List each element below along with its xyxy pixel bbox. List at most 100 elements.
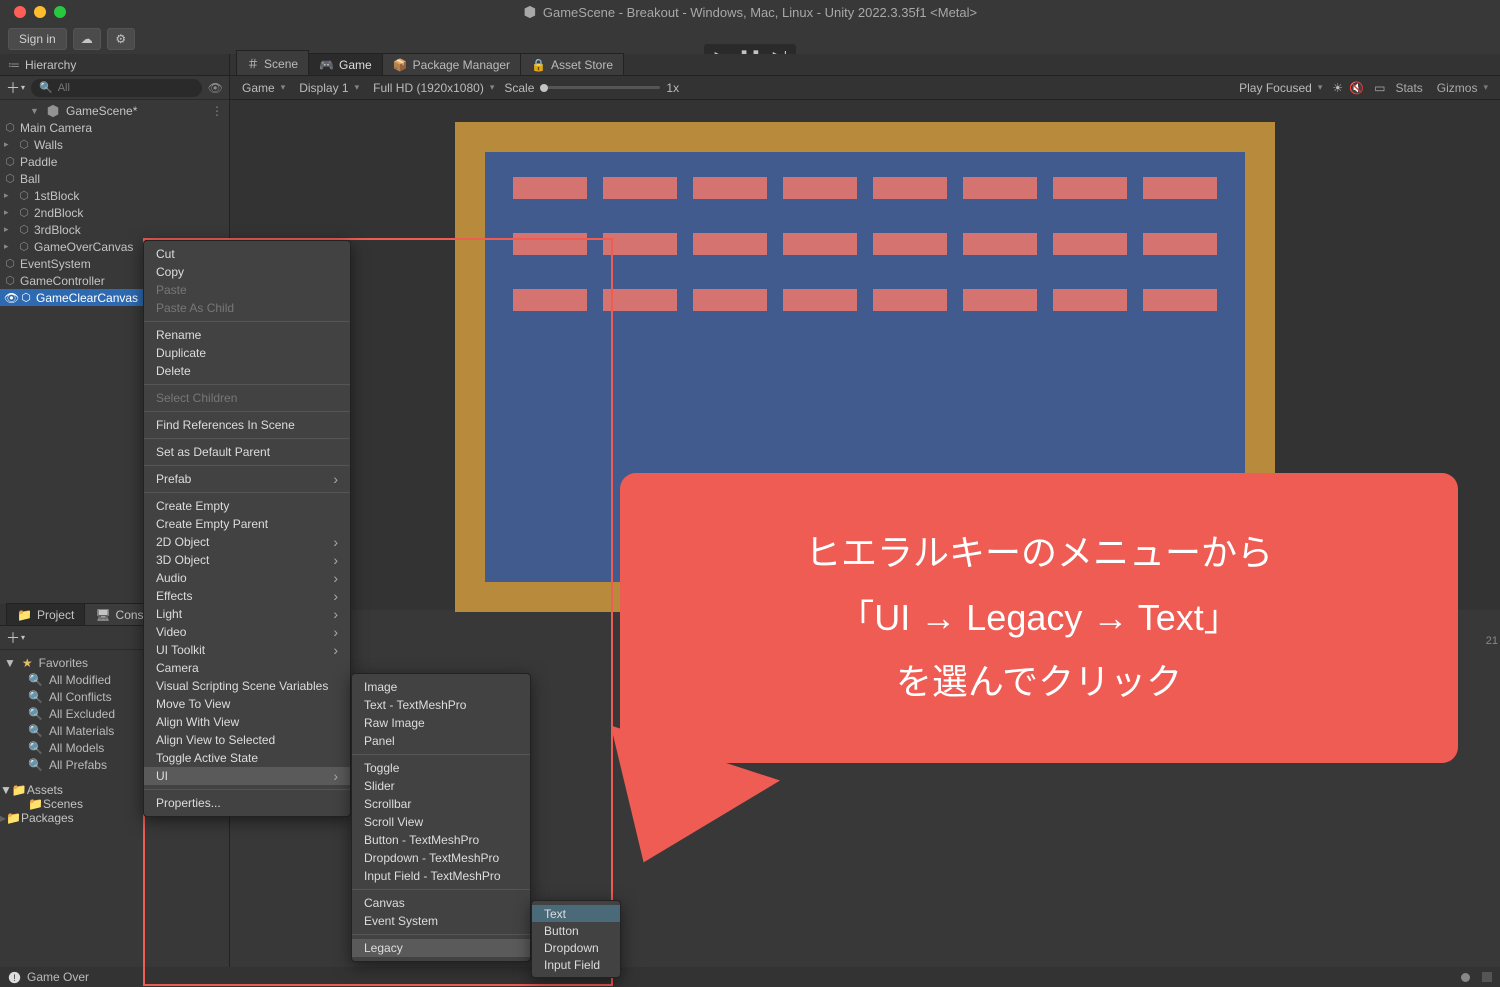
menu-item[interactable]: Button - TextMeshPro [352,831,530,849]
menu-item[interactable]: Camera [144,659,350,677]
tree-item[interactable]: ▸⬡2ndBlock [0,204,229,221]
window-title: GameScene - Breakout - Windows, Mac, Lin… [523,5,977,20]
context-menu: CutCopyPastePaste As ChildRenameDuplicat… [143,240,351,817]
instruction-callout: ヒエラルキーのメニューから 「UI → Legacy → Text」 を選んでク… [620,473,1458,763]
game-tab[interactable]: 🎮Game [308,53,383,75]
inspector-badge: 21 [1486,635,1498,647]
menu-item[interactable]: Text [532,905,620,922]
hierarchy-search[interactable]: 🔍All [31,79,202,97]
asset-store-tab[interactable]: 🔒Asset Store [520,53,624,75]
tree-item[interactable]: ⬡Ball [0,170,229,187]
scene-root[interactable]: ▼ GameScene* ⋮ [0,102,229,119]
sun-icon[interactable]: ☀ [1332,81,1343,95]
menu-item[interactable]: Scrollbar [352,795,530,813]
menu-item[interactable]: Input Field [532,956,620,973]
account-bar: Sign in ☁ ⚙ [8,28,135,50]
statusbar: ! Game Over [0,967,1500,987]
menu-item[interactable]: Effects [144,587,350,605]
stats-button[interactable]: Stats [1395,81,1422,95]
menu-item[interactable]: Rename [144,326,350,344]
playfocused-dd[interactable]: Play Focused [1235,81,1326,95]
project-tab[interactable]: 📁Project [6,603,85,625]
create-dropdown[interactable]: ＋▾ [6,78,25,98]
game-dd[interactable]: Game [238,81,289,95]
tree-item[interactable]: ⬡Paddle [0,153,229,170]
svg-text:!: ! [13,972,15,982]
tree-item[interactable]: ▸⬡1stBlock [0,187,229,204]
menu-item[interactable]: Find References In Scene [144,416,350,434]
menu-item[interactable]: Video [144,623,350,641]
scale-value: 1x [666,81,679,95]
menu-item[interactable]: UI Toolkit [144,641,350,659]
tree-item[interactable]: ⬡Main Camera [0,119,229,136]
menu-item[interactable]: Dropdown [532,939,620,956]
menu-item[interactable]: Dropdown - TextMeshPro [352,849,530,867]
mute-icon[interactable]: 🔇 [1349,81,1364,95]
project-create[interactable]: ＋▾ [6,628,25,648]
menu-item[interactable]: Toggle Active State [144,749,350,767]
menu-item[interactable]: Scroll View [352,813,530,831]
settings-button[interactable]: ⚙ [107,28,135,50]
menu-item[interactable]: Delete [144,362,350,380]
hierarchy-toolbar: ＋▾ 🔍All 👁 [0,76,229,100]
game-toolbar: Game Display 1 Full HD (1920x1080) Scale… [230,76,1500,100]
status-text: Game Over [27,970,89,984]
menu-item[interactable]: Cut [144,245,350,263]
menu-item[interactable]: Create Empty [144,497,350,515]
menu-item[interactable]: Align With View [144,713,350,731]
menu-item[interactable]: Button [532,922,620,939]
display-dd[interactable]: Display 1 [295,81,363,95]
info-icon: ! [8,971,21,984]
hierarchy-tab[interactable]: ≔ Hierarchy [0,54,229,76]
menu-item[interactable]: Copy [144,263,350,281]
hide-icon[interactable]: 👁 [208,81,223,95]
scene-tab[interactable]: ＃Scene [236,50,309,75]
menu-item: Paste [144,281,350,299]
package-tab[interactable]: 📦Package Manager [382,53,521,75]
cloud-button[interactable]: ☁ [73,28,101,50]
menu-item[interactable]: Panel [352,732,530,750]
menu-item[interactable]: UI [144,767,350,785]
menu-item[interactable]: Toggle [352,759,530,777]
menu-item[interactable]: Move To View [144,695,350,713]
menu-item[interactable]: Audio [144,569,350,587]
menu-item[interactable]: Raw Image [352,714,530,732]
menu-item[interactable]: Input Field - TextMeshPro [352,867,530,885]
callout-line: を選んでクリック [896,650,1182,715]
menu-item[interactable]: Create Empty Parent [144,515,350,533]
menu-item[interactable]: Canvas [352,894,530,912]
menu-item[interactable]: 2D Object [144,533,350,551]
minimize-dot[interactable] [34,6,46,18]
menu-item[interactable]: Prefab [144,470,350,488]
traffic-lights [8,6,66,18]
close-dot[interactable] [14,6,26,18]
status-dot [1461,973,1470,982]
menu-item: Select Children [144,389,350,407]
unity-icon [523,5,537,19]
tree-item[interactable]: ▸⬡3rdBlock [0,221,229,238]
menu-item[interactable]: 3D Object [144,551,350,569]
menu-item[interactable]: Slider [352,777,530,795]
scale-label: Scale [504,81,534,95]
res-dd[interactable]: Full HD (1920x1080) [369,81,498,95]
vr-icon[interactable]: ▭ [1374,81,1385,95]
playbar: ▶ ❚❚ ▶| [0,24,1500,48]
menu-item[interactable]: Image [352,678,530,696]
menu-item[interactable]: Duplicate [144,344,350,362]
signin-button[interactable]: Sign in [8,28,67,50]
menu-item[interactable]: Light [144,605,350,623]
menu-item[interactable]: Text - TextMeshPro [352,696,530,714]
menu-item[interactable]: Align View to Selected [144,731,350,749]
titlebar: GameScene - Breakout - Windows, Mac, Lin… [0,0,1500,24]
tree-item[interactable]: ▸⬡Walls [0,136,229,153]
scale-slider[interactable] [540,86,660,89]
legacy-submenu: TextButtonDropdownInput Field [531,900,621,978]
menu-item[interactable]: Properties... [144,794,350,812]
menu-item[interactable]: Set as Default Parent [144,443,350,461]
view-tabs: ＃Scene 🎮Game 📦Package Manager 🔒Asset Sto… [230,54,1500,76]
menu-item[interactable]: Event System [352,912,530,930]
menu-item[interactable]: Legacy [352,939,530,957]
menu-item[interactable]: Visual Scripting Scene Variables [144,677,350,695]
zoom-dot[interactable] [54,6,66,18]
gizmos-button[interactable]: Gizmos [1433,81,1492,95]
